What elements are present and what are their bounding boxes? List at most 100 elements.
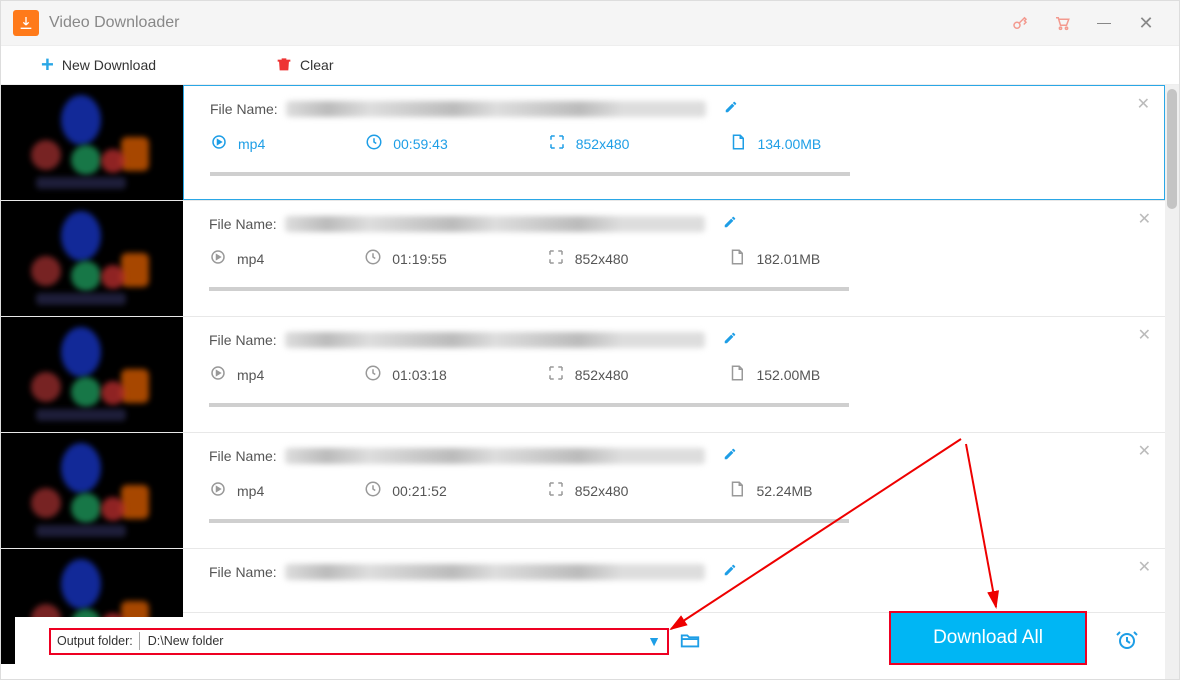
resolution-value: 852x480 [575,367,629,383]
duration-value: 00:21:52 [392,483,447,499]
resolution-value: 852x480 [575,483,629,499]
video-thumbnail[interactable] [1,85,183,200]
duration-meta: 01:03:18 [364,364,447,385]
output-folder-box[interactable]: Output folder: D:\New folder ▼ [49,628,669,655]
video-thumbnail[interactable] [1,433,183,548]
resolution-meta: 852x480 [548,133,630,154]
new-download-button[interactable]: + New Download [41,54,156,76]
format-icon [209,364,227,385]
vertical-scrollbar[interactable] [1165,85,1179,679]
edit-icon[interactable] [723,447,737,464]
alarm-icon[interactable] [1115,628,1139,655]
file-name-value [285,448,705,464]
size-value: 152.00MB [756,367,820,383]
format-meta: mp4 [209,364,264,385]
file-icon [728,248,746,269]
resolution-value: 852x480 [576,136,630,152]
edit-icon[interactable] [723,215,737,232]
size-meta: 182.01MB [728,248,820,269]
file-name-label: File Name: [209,448,277,464]
clear-button[interactable]: Clear [276,56,333,75]
resolution-icon [547,364,565,385]
resolution-icon [548,133,566,154]
format-icon [210,133,228,154]
content-area: ✕ File Name: mp4 00:59:43 852x480 134.00… [1,85,1179,679]
format-value: mp4 [237,251,264,267]
meta-row: mp4 00:21:52 852x480 52.24MB [209,480,1145,501]
file-name-label: File Name: [210,101,278,117]
file-icon [728,480,746,501]
file-icon [729,133,747,154]
remove-item-button[interactable]: ✕ [1138,325,1151,345]
edit-icon[interactable] [723,563,737,580]
list-item[interactable]: ✕ File Name: mp4 01:19:55 852x480 182.01… [1,201,1165,317]
format-icon [209,248,227,269]
resolution-meta: 852x480 [547,364,629,385]
edit-icon[interactable] [724,100,738,117]
resolution-icon [547,480,565,501]
download-all-button[interactable]: Download All [889,611,1087,665]
clock-icon [364,248,382,269]
title-bar: Video Downloader ✕ [1,1,1179,45]
resolution-value: 852x480 [575,251,629,267]
clock-icon [365,133,383,154]
meta-row: mp4 01:03:18 852x480 152.00MB [209,364,1145,385]
duration-value: 01:19:55 [392,251,447,267]
toolbar: + New Download Clear [1,45,1179,85]
close-button[interactable]: ✕ [1125,1,1167,45]
new-download-label: New Download [62,57,156,73]
format-value: mp4 [237,367,264,383]
item-card: ✕ File Name: mp4 00:21:52 852x480 52.24M… [183,433,1165,548]
minimize-button[interactable] [1083,1,1125,45]
output-folder-label: Output folder: [57,634,133,648]
app-title: Video Downloader [49,14,179,32]
list-item[interactable]: ✕ File Name: [1,549,1165,613]
remove-item-button[interactable]: ✕ [1137,94,1150,114]
file-name-label: File Name: [209,216,277,232]
list-item[interactable]: ✕ File Name: mp4 01:03:18 852x480 152.00… [1,317,1165,433]
format-icon [209,480,227,501]
format-meta: mp4 [210,133,265,154]
duration-value: 01:03:18 [392,367,447,383]
list-item[interactable]: ✕ File Name: mp4 00:59:43 852x480 134.00… [1,85,1165,201]
size-meta: 134.00MB [729,133,821,154]
file-name-label: File Name: [209,564,277,580]
output-folder-path: D:\New folder [146,634,647,648]
progress-bar [210,172,850,176]
file-name-value [285,332,705,348]
chevron-down-icon[interactable]: ▼ [647,633,661,649]
file-name-value [286,101,706,117]
video-thumbnail[interactable] [1,317,183,432]
remove-item-button[interactable]: ✕ [1138,557,1151,577]
scrollbar-thumb[interactable] [1167,89,1177,209]
file-name-label: File Name: [209,332,277,348]
download-all-label: Download All [933,627,1043,649]
edit-icon[interactable] [723,331,737,348]
app-logo-icon [13,10,39,36]
format-meta: mp4 [209,480,264,501]
file-name-value [285,216,705,232]
progress-bar [209,403,849,407]
item-card: ✕ File Name: mp4 01:03:18 852x480 152.00… [183,317,1165,432]
file-name-value [285,564,705,580]
list-item[interactable]: ✕ File Name: mp4 00:21:52 852x480 52.24M… [1,433,1165,549]
format-meta: mp4 [209,248,264,269]
download-list: ✕ File Name: mp4 00:59:43 852x480 134.00… [1,85,1165,679]
resolution-meta: 852x480 [547,480,629,501]
plus-icon: + [41,54,54,76]
key-icon[interactable] [999,1,1041,45]
meta-row: mp4 01:19:55 852x480 182.01MB [209,248,1145,269]
format-value: mp4 [237,483,264,499]
size-value: 134.00MB [757,136,821,152]
size-value: 182.01MB [756,251,820,267]
resolution-icon [547,248,565,269]
progress-bar [209,287,849,291]
cart-icon[interactable] [1041,1,1083,45]
video-thumbnail[interactable] [1,201,183,316]
meta-row: mp4 00:59:43 852x480 134.00MB [210,133,1144,154]
trash-icon [276,56,292,75]
open-folder-icon[interactable] [679,629,701,654]
remove-item-button[interactable]: ✕ [1138,209,1151,229]
item-card: ✕ File Name: [183,549,1165,612]
remove-item-button[interactable]: ✕ [1138,441,1151,461]
